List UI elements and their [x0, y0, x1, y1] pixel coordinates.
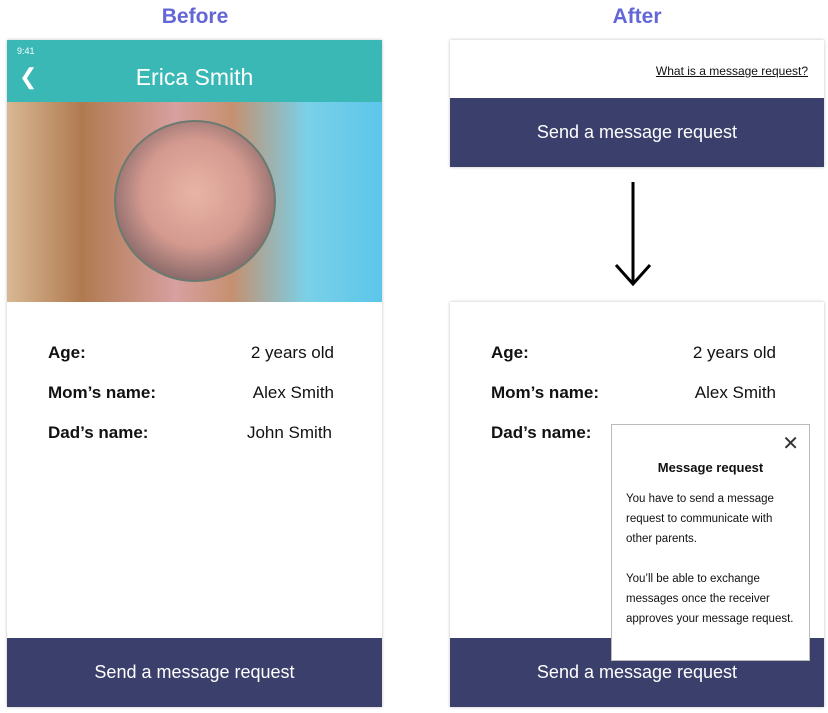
what-is-message-request-link[interactable]: What is a message request?: [656, 64, 808, 78]
row-value: Alex Smith: [252, 383, 334, 402]
after-heading: After: [612, 5, 662, 28]
send-message-request-button[interactable]: Send a message request: [450, 98, 824, 167]
info-row-mom: Mom’s name: Alex Smith: [48, 383, 334, 403]
row-value: John Smith: [246, 423, 332, 442]
row-label: Dad’s name:: [491, 423, 592, 442]
info-row-age: Age: 2 years old: [48, 343, 334, 363]
after-top-screen: What is a message request? Send a messag…: [450, 40, 824, 167]
page-title: Erica Smith: [135, 64, 254, 90]
popover-title: Message request: [657, 460, 764, 475]
cover-photo: [7, 102, 382, 302]
row-label: Age:: [491, 343, 529, 362]
row-value: 2 years old: [250, 343, 334, 362]
row-label: Mom’s name:: [491, 383, 600, 402]
after-screen: Age: 2 years old Mom’s name: Alex Smith Da…: [450, 302, 824, 707]
row-label: Dad’s name:: [48, 423, 149, 442]
avatar: [114, 120, 276, 282]
info-row-age: Age: 2 years old: [491, 343, 776, 363]
popover-text-2: You’ll be able to exchange messages once…: [626, 573, 794, 625]
row-value: 2 years old: [692, 343, 776, 362]
row-label: Mom’s name:: [48, 383, 157, 402]
status-time: 9:41: [17, 46, 35, 56]
info-row-mom: Mom’s name: Alex Smith: [491, 383, 776, 403]
info-row-dad: Dad’s name: John Smith: [48, 423, 332, 443]
before-heading: Before: [161, 5, 229, 28]
popover-text-1: You have to send a message request to co…: [626, 493, 774, 545]
row-value: Alex Smith: [694, 383, 776, 402]
before-screen: 9:41 ❮ Erica Smith Age: 2 years old Mom’s…: [7, 40, 382, 707]
down-arrow-icon: [614, 182, 652, 287]
row-label: Age:: [48, 343, 86, 362]
close-icon[interactable]: ✕: [782, 431, 799, 456]
app-header: 9:41 ❮ Erica Smith: [7, 40, 382, 102]
send-message-request-button[interactable]: Send a message request: [7, 638, 382, 707]
message-request-popover: ✕ Message request You have to send a mes…: [611, 424, 810, 661]
